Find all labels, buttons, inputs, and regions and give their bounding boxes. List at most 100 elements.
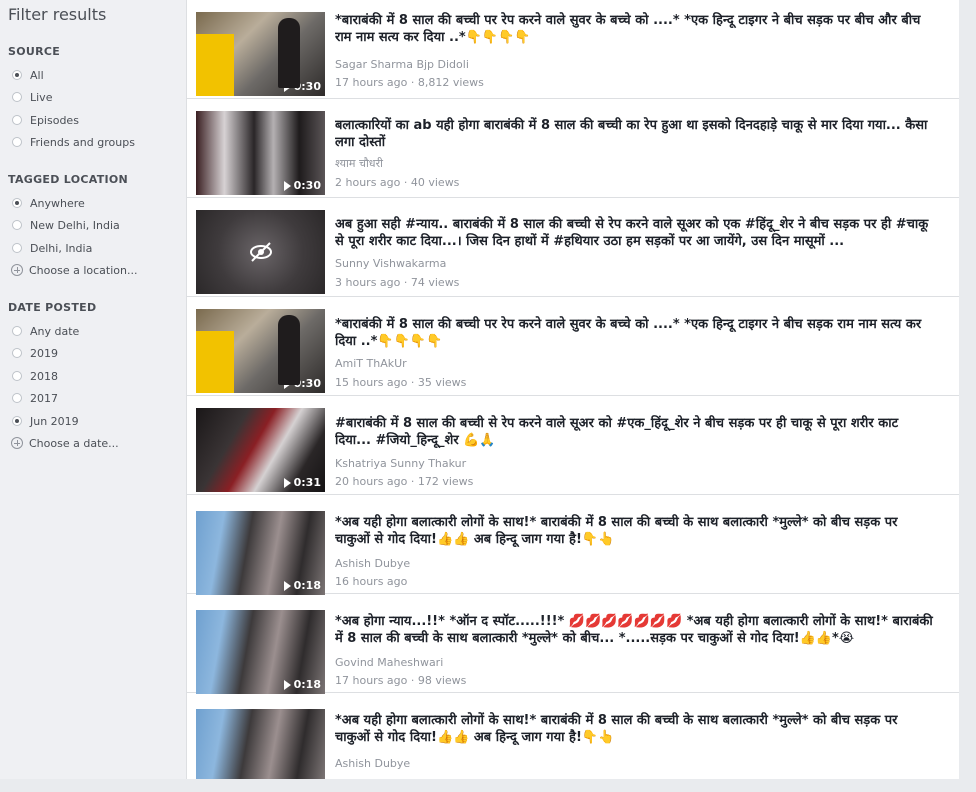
option-label: All — [30, 68, 44, 82]
radio-icon[interactable] — [12, 326, 22, 336]
hidden-content-icon — [249, 242, 272, 262]
radio-icon[interactable] — [12, 115, 22, 125]
date-option-2018[interactable]: 2018 — [12, 367, 58, 385]
option-label: Jun 2019 — [30, 414, 79, 428]
video-result-item[interactable]: 0:30 *बाराबंकी में 8 साल की बच्ची पर रेप… — [187, 297, 959, 396]
video-meta: 15 hours ago · 35 views — [335, 376, 467, 389]
video-result-item[interactable]: 0:31 #बाराबंकी में 8 साल की बच्ची से रेप… — [187, 396, 959, 495]
choose-date-label: Choose a date... — [29, 436, 119, 450]
filter-sidebar: Filter results SOURCE All Live Episodes … — [0, 0, 187, 779]
radio-icon[interactable] — [12, 243, 22, 253]
duration-badge: 0:31 — [283, 476, 321, 489]
video-meta: 17 hours ago · 8,812 views — [335, 76, 484, 89]
video-results-list: 0:30 *बाराबंकी में 8 साल की बच्ची पर रेप… — [187, 0, 959, 779]
option-label: 2017 — [30, 391, 58, 405]
video-author[interactable]: Govind Maheshwari — [335, 656, 443, 669]
section-heading-source: SOURCE — [8, 45, 61, 58]
radio-icon[interactable] — [12, 371, 22, 381]
video-thumbnail[interactable]: 0:30 — [196, 12, 325, 96]
radio-icon[interactable] — [12, 220, 22, 230]
option-label: Episodes — [30, 113, 79, 127]
duration-badge: 0:30 — [283, 377, 321, 390]
video-result-item[interactable]: 0:18 *अब यही होगा बलात्कारी लोगों के साथ… — [187, 495, 959, 595]
video-author[interactable]: Sagar Sharma Bjp Didoli — [335, 58, 469, 71]
source-option-friends-groups[interactable]: Friends and groups — [12, 133, 135, 151]
play-icon — [283, 679, 291, 690]
video-thumbnail[interactable] — [196, 709, 325, 779]
play-icon — [283, 81, 291, 92]
radio-icon[interactable] — [12, 348, 22, 358]
video-thumbnail[interactable]: 0:31 — [196, 408, 325, 492]
video-title[interactable]: *अब यही होगा बलात्कारी लोगों के साथ!* बा… — [335, 514, 935, 548]
video-title[interactable]: *बाराबंकी में 8 साल की बच्ची पर रेप करने… — [335, 12, 935, 46]
option-label: Any date — [30, 324, 80, 338]
video-title[interactable]: *बाराबंकी में 8 साल की बच्ची पर रेप करने… — [335, 316, 935, 350]
video-author[interactable]: Sunny Vishwakarma — [335, 257, 446, 270]
video-meta: 17 hours ago · 98 views — [335, 674, 467, 687]
plus-circle-icon — [11, 264, 23, 276]
date-option-jun-2019[interactable]: Jun 2019 — [12, 412, 79, 430]
choose-date-link[interactable]: Choose a date... — [11, 434, 119, 452]
play-icon — [283, 180, 291, 191]
play-icon — [283, 580, 291, 591]
date-option-any[interactable]: Any date — [12, 322, 79, 340]
video-meta: 16 hours ago — [335, 575, 408, 588]
option-label: Friends and groups — [30, 135, 135, 149]
location-option-new-delhi[interactable]: New Delhi, India — [12, 216, 120, 234]
video-title[interactable]: #बाराबंकी में 8 साल की बच्ची से रेप करने… — [335, 415, 935, 449]
video-result-item[interactable]: *अब यही होगा बलात्कारी लोगों के साथ!* बा… — [187, 693, 959, 792]
source-option-episodes[interactable]: Episodes — [12, 111, 79, 129]
duration-badge: 0:30 — [283, 80, 321, 93]
video-title[interactable]: बलात्कारियों का ab यही होगा बाराबंकी में… — [335, 117, 935, 151]
source-option-all[interactable]: All — [12, 66, 44, 84]
option-label: New Delhi, India — [30, 218, 120, 232]
source-option-live[interactable]: Live — [12, 88, 52, 106]
option-label: Delhi, India — [30, 241, 93, 255]
video-result-item[interactable]: 0:18 *अब होगा न्याय...!!* *ऑन द स्पॉट...… — [187, 594, 959, 694]
video-thumbnail[interactable] — [196, 210, 325, 294]
duration-badge: 0:30 — [283, 179, 321, 192]
filter-title: Filter results — [8, 5, 107, 24]
option-label: Anywhere — [30, 196, 85, 210]
play-icon — [283, 477, 291, 488]
video-thumbnail[interactable]: 0:30 — [196, 111, 325, 195]
video-result-item[interactable]: अब हुआ सही #न्याय.. बाराबंकी में 8 साल क… — [187, 198, 959, 297]
video-title[interactable]: *अब होगा न्याय...!!* *ऑन द स्पॉट.....!!!… — [335, 613, 935, 647]
option-label: 2019 — [30, 346, 58, 360]
section-heading-location: TAGGED LOCATION — [8, 173, 129, 186]
location-option-anywhere[interactable]: Anywhere — [12, 194, 85, 212]
date-option-2019[interactable]: 2019 — [12, 344, 58, 362]
video-author[interactable]: Ashish Dubye — [335, 557, 410, 570]
duration-badge: 0:18 — [283, 579, 321, 592]
choose-location-label: Choose a location... — [29, 263, 138, 277]
video-thumbnail[interactable]: 0:18 — [196, 610, 325, 694]
radio-icon[interactable] — [12, 137, 22, 147]
video-result-item[interactable]: 0:30 *बाराबंकी में 8 साल की बच्ची पर रेप… — [187, 0, 959, 99]
video-title[interactable]: *अब यही होगा बलात्कारी लोगों के साथ!* बा… — [335, 712, 935, 746]
video-meta: 20 hours ago · 172 views — [335, 475, 474, 488]
video-thumbnail[interactable]: 0:18 — [196, 511, 325, 595]
video-author[interactable]: Ashish Dubye — [335, 757, 410, 770]
video-author[interactable]: AmiT ThAkUr — [335, 357, 407, 370]
video-author[interactable]: Kshatriya Sunny Thakur — [335, 457, 466, 470]
radio-selected-icon[interactable] — [12, 70, 22, 80]
video-thumbnail[interactable]: 0:30 — [196, 309, 325, 393]
video-result-item[interactable]: 0:30 बलात्कारियों का ab यही होगा बाराबंक… — [187, 99, 959, 198]
option-label: Live — [30, 90, 53, 104]
play-icon — [283, 378, 291, 389]
radio-icon[interactable] — [12, 393, 22, 403]
video-title[interactable]: अब हुआ सही #न्याय.. बाराबंकी में 8 साल क… — [335, 216, 935, 250]
plus-circle-icon — [11, 437, 23, 449]
video-author[interactable]: श्याम चौधरी — [335, 156, 383, 171]
page-scroll-gutter — [959, 0, 976, 779]
radio-selected-icon[interactable] — [12, 198, 22, 208]
radio-selected-icon[interactable] — [12, 416, 22, 426]
location-option-delhi[interactable]: Delhi, India — [12, 239, 92, 257]
section-heading-date: DATE POSTED — [8, 301, 97, 314]
radio-icon[interactable] — [12, 92, 22, 102]
date-option-2017[interactable]: 2017 — [12, 389, 58, 407]
video-meta: 3 hours ago · 74 views — [335, 276, 460, 289]
video-meta: 2 hours ago · 40 views — [335, 176, 460, 189]
option-label: 2018 — [30, 369, 58, 383]
choose-location-link[interactable]: Choose a location... — [11, 261, 138, 279]
